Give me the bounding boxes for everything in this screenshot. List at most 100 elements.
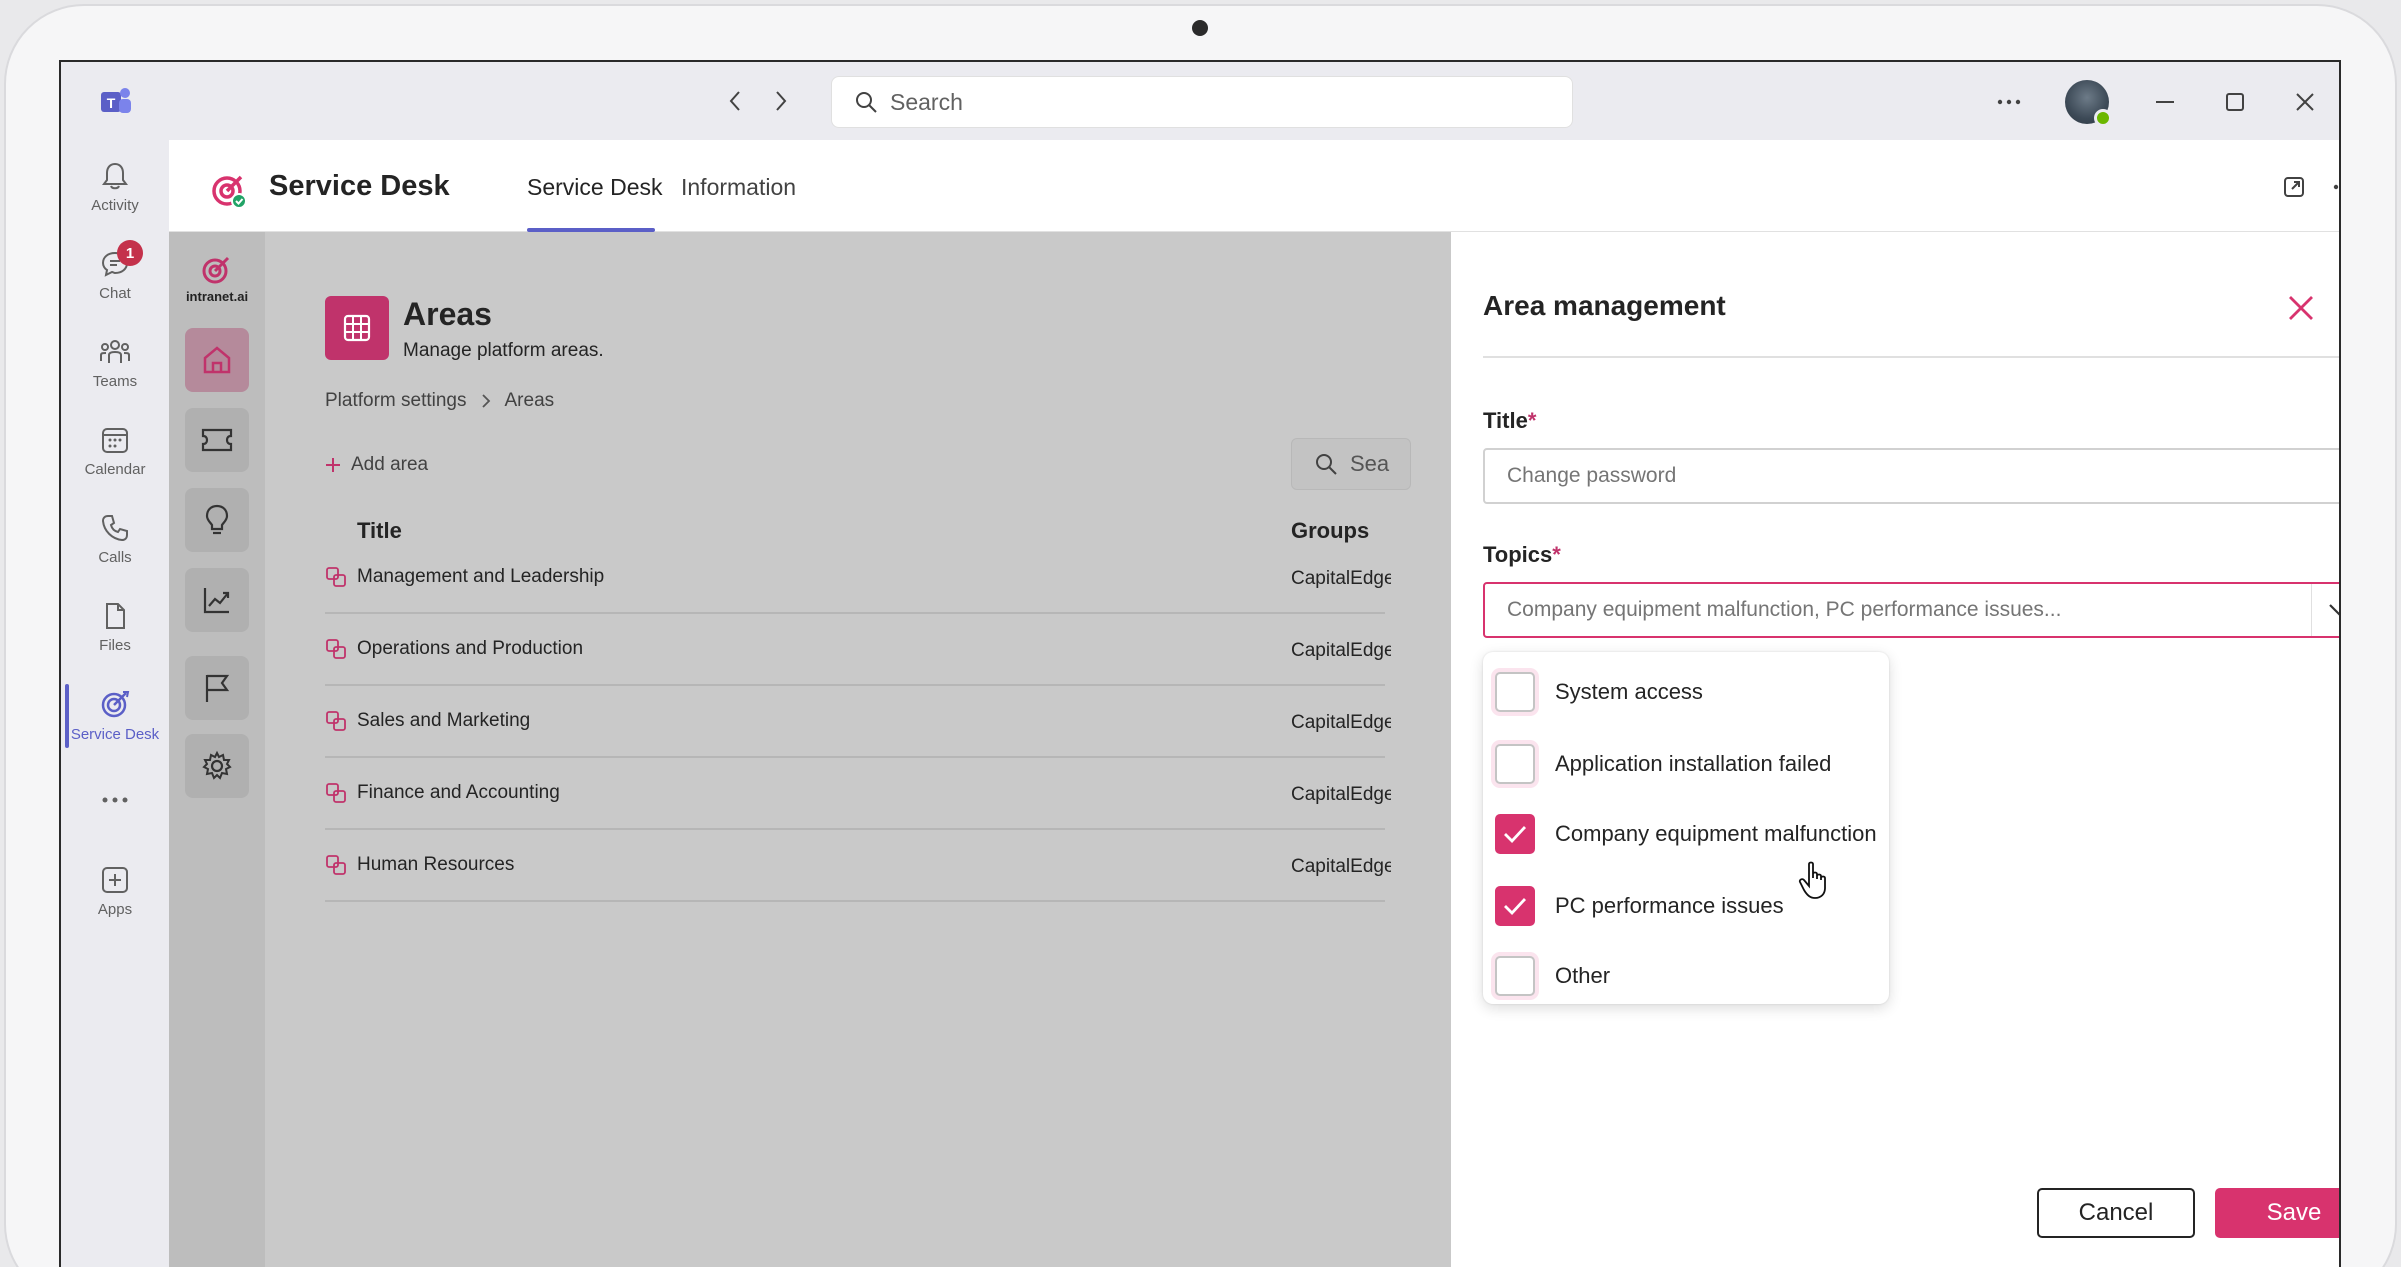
sidebar-ideas-button[interactable] <box>185 488 249 552</box>
rail-item-activity[interactable]: Activity <box>61 148 169 226</box>
user-avatar[interactable] <box>2065 80 2112 127</box>
topic-option-application-installation-failed[interactable]: Application installation failed <box>1495 740 1831 788</box>
rail-item-teams[interactable]: Teams <box>61 324 169 402</box>
breadcrumb: Platform settings Areas <box>325 390 554 412</box>
topics-field-label: Topics* <box>1483 542 1561 567</box>
teams-icon <box>100 339 130 363</box>
area-link-icon <box>325 710 347 732</box>
header-more-icon[interactable] <box>2329 172 2339 202</box>
topics-dropdown[interactable]: Company equipment malfunction, PC perfor… <box>1483 582 2339 638</box>
close-icon[interactable] <box>2283 290 2319 326</box>
plus-icon <box>326 458 340 472</box>
breadcrumb-areas: Areas <box>504 390 555 411</box>
maximize-icon[interactable] <box>2221 82 2249 122</box>
teams-logo-icon: T <box>101 88 131 113</box>
more-options-icon[interactable] <box>1995 82 2023 122</box>
column-header-groups[interactable]: Groups <box>1291 518 1369 544</box>
ticket-icon <box>201 428 233 452</box>
sidebar-settings-button[interactable] <box>185 734 249 798</box>
chevron-right-icon <box>481 394 490 408</box>
save-button[interactable]: Save <box>2215 1188 2339 1238</box>
service-desk-logo-icon <box>212 175 247 209</box>
intranet-logo-icon <box>202 256 230 284</box>
cancel-button[interactable]: Cancel <box>2037 1188 2195 1238</box>
sidebar-analytics-button[interactable] <box>185 568 249 632</box>
sidebar-home-button[interactable] <box>185 328 249 392</box>
search-icon <box>856 92 877 113</box>
close-window-icon[interactable] <box>2291 82 2319 122</box>
gear-icon <box>202 750 232 780</box>
title-bar: T Search <box>61 62 2339 140</box>
area-management-panel: Area management Title* Topics* Company e… <box>1451 232 2339 1267</box>
checkbox[interactable] <box>1495 956 1535 996</box>
sidebar-flag-button[interactable] <box>185 656 249 720</box>
search-placeholder: Search <box>890 88 963 115</box>
checkbox[interactable] <box>1495 744 1535 784</box>
add-area-button[interactable]: Add area <box>325 454 428 476</box>
rail-item-calendar[interactable]: Calendar <box>61 412 169 490</box>
popout-icon[interactable] <box>2279 172 2309 202</box>
area-link-icon <box>325 854 347 876</box>
bell-icon <box>102 162 128 189</box>
title-field[interactable] <box>1483 448 2339 504</box>
checkmark-icon <box>1504 898 1527 915</box>
sidebar-tickets-button[interactable] <box>185 408 249 472</box>
rail-item-service-desk[interactable]: Service Desk <box>61 676 169 754</box>
flag-icon <box>205 674 230 702</box>
global-search-input[interactable]: Search <box>831 76 1573 128</box>
camera-dot <box>1192 20 1208 36</box>
phone-icon <box>101 514 128 541</box>
app-title: Service Desk <box>269 170 450 202</box>
tab-information[interactable]: Information <box>681 174 796 201</box>
presence-available-icon <box>2094 109 2112 127</box>
areas-search-input[interactable]: Sea <box>1291 438 1411 490</box>
rail-item-calls[interactable]: Calls <box>61 500 169 578</box>
chart-trend-icon <box>203 588 230 614</box>
chevron-down-icon[interactable] <box>2311 584 2339 636</box>
topic-option-system-access[interactable]: System access <box>1495 668 1703 716</box>
breadcrumb-platform-settings[interactable]: Platform settings <box>325 390 467 412</box>
file-icon <box>106 602 125 629</box>
checkbox[interactable] <box>1495 672 1535 712</box>
forward-arrow-icon[interactable] <box>769 84 793 118</box>
chat-badge: 1 <box>117 240 143 266</box>
topic-option-pc-performance-issues[interactable]: PC performance issues <box>1495 882 1784 930</box>
rail-item-files[interactable]: Files <box>61 588 169 666</box>
checkbox-checked[interactable] <box>1495 886 1535 926</box>
more-icon <box>102 797 128 803</box>
hand-cursor-icon <box>1798 861 1826 899</box>
rail-item-more[interactable] <box>61 764 169 842</box>
checkbox-checked[interactable] <box>1495 814 1535 854</box>
column-header-title[interactable]: Title <box>357 518 402 544</box>
topic-option-other[interactable]: Other <box>1495 952 1610 1000</box>
checkmark-icon <box>1504 826 1527 843</box>
area-link-icon <box>325 782 347 804</box>
page-title: Areas <box>403 296 492 332</box>
title-field-label: Title* <box>1483 408 1537 433</box>
panel-divider <box>1483 356 2339 358</box>
minimize-icon[interactable] <box>2151 82 2179 122</box>
intranet-logo: intranet.ai <box>181 252 253 304</box>
panel-title: Area management <box>1483 290 1726 321</box>
home-icon <box>203 346 231 374</box>
app-rail: Activity Chat 1 Teams Calendar Calls Fil… <box>61 140 169 1267</box>
tab-service-desk[interactable]: Service Desk <box>527 174 662 201</box>
table-row[interactable]: Finance and Accounting CapitalEdge <box>325 758 1391 830</box>
table-row[interactable]: Human Resources CapitalEdge <box>325 830 1391 902</box>
topic-option-company-equipment-malfunction[interactable]: Company equipment malfunction <box>1495 810 1877 858</box>
service-desk-icon <box>101 690 130 717</box>
topics-options-list: System access Application installation f… <box>1483 652 1889 1004</box>
table-row[interactable]: Operations and Production CapitalEdge <box>325 614 1391 686</box>
back-arrow-icon[interactable] <box>723 84 747 118</box>
lightbulb-icon <box>205 504 229 535</box>
topics-selected-value: Company equipment malfunction, PC perfor… <box>1507 598 2062 621</box>
table-row[interactable]: Management and Leadership CapitalEdge <box>325 542 1391 614</box>
app-window: T Search Activity Chat 1 Teams Calendar … <box>59 60 2341 1267</box>
table-row[interactable]: Sales and Marketing CapitalEdge <box>325 686 1391 758</box>
areas-page: Areas Manage platform areas. Platform se… <box>265 232 1411 1267</box>
area-link-icon <box>325 638 347 660</box>
app-header: Service Desk Service Desk Information <box>169 140 2339 232</box>
rail-item-apps[interactable]: Apps <box>61 852 169 930</box>
area-link-icon <box>325 566 347 588</box>
rail-item-chat[interactable]: Chat 1 <box>61 236 169 314</box>
